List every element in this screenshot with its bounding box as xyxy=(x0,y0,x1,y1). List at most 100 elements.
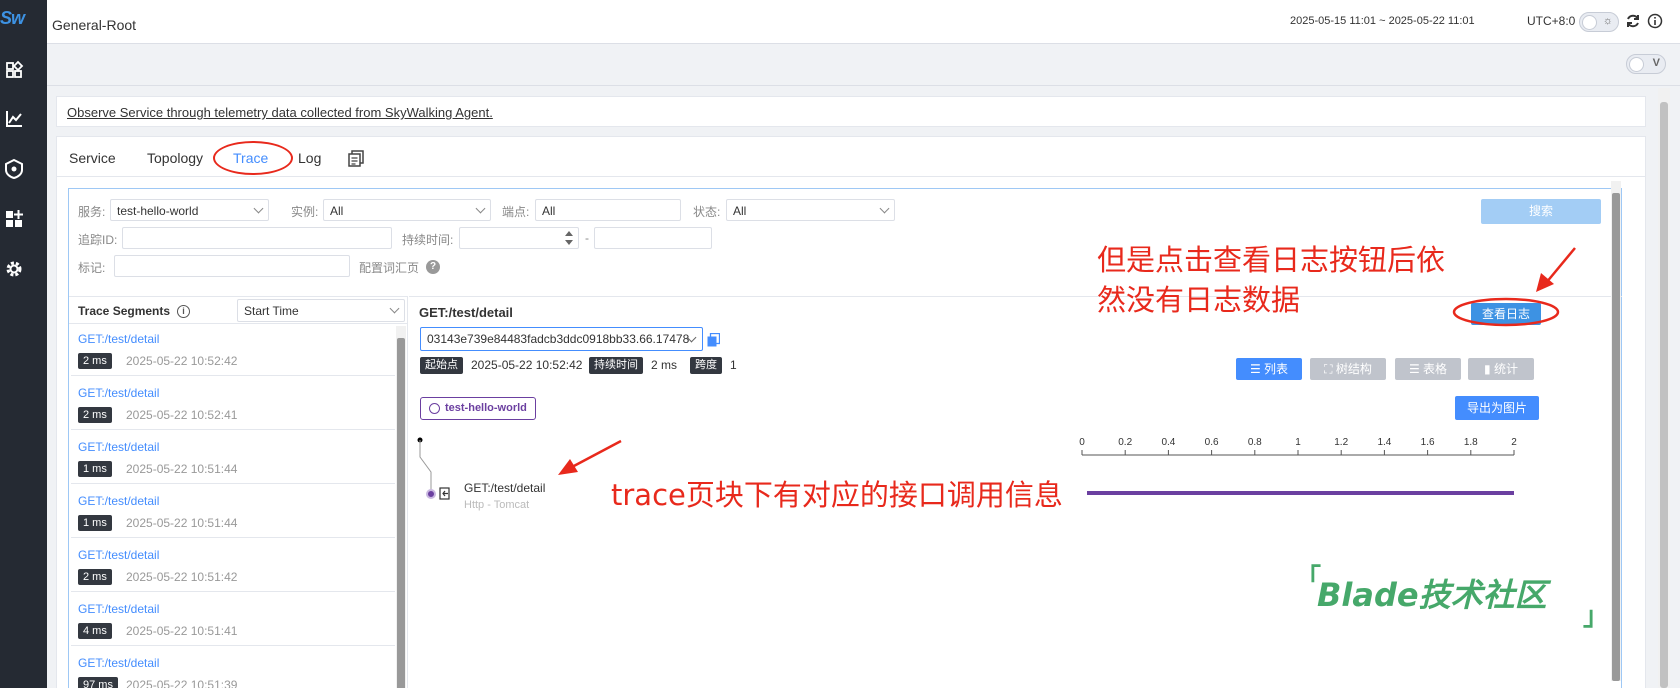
tree-view-button[interactable]: ⛶ 树结构 xyxy=(1310,358,1386,380)
segment-item[interactable]: GET:/test/detail 1 ms 2025-05-22 10:51:44 xyxy=(71,434,395,484)
segment-endpoint[interactable]: GET:/test/detail xyxy=(78,656,159,670)
help-icon[interactable]: ? xyxy=(426,260,440,274)
widgets-icon[interactable] xyxy=(3,208,25,230)
segment-endpoint[interactable]: GET:/test/detail xyxy=(78,494,159,508)
tab-log[interactable]: Log xyxy=(298,150,321,166)
duration-max-input[interactable] xyxy=(594,227,712,249)
sub-toolbar: V xyxy=(47,44,1680,86)
vocab-link[interactable]: 配置词汇页 xyxy=(359,259,419,276)
duration-separator: - xyxy=(585,231,589,245)
status-value: All xyxy=(733,204,747,218)
segment-endpoint[interactable]: GET:/test/detail xyxy=(78,332,159,346)
axis-tick-label: 0 xyxy=(1079,437,1085,448)
scrollbar-thumb[interactable] xyxy=(397,338,405,688)
segment-start-time: 2025-05-22 10:51:44 xyxy=(126,516,238,530)
span-duration-bar[interactable] xyxy=(1087,491,1514,495)
start-value: 2025-05-22 10:52:42 xyxy=(471,358,583,372)
service-select[interactable]: test-hello-world xyxy=(110,199,269,221)
info-icon[interactable]: i xyxy=(177,305,190,318)
service-tag: test-hello-world xyxy=(420,397,536,420)
status-select[interactable]: All xyxy=(726,199,895,221)
table-view-label: 表格 xyxy=(1423,362,1448,376)
trace-id-select[interactable]: 03143e739e84483fadcb3ddc0918bb33.66.1747… xyxy=(420,327,703,351)
stepper-icon[interactable] xyxy=(564,230,574,246)
dashboard-icon[interactable] xyxy=(3,59,25,81)
segment-start-time: 2025-05-22 10:51:42 xyxy=(126,570,238,584)
list-view-button[interactable]: ☰ 列表 xyxy=(1236,358,1302,380)
duration-min-input[interactable] xyxy=(459,227,579,249)
segment-item[interactable]: GET:/test/detail 2 ms 2025-05-22 10:51:42 xyxy=(71,542,395,592)
banner-text[interactable]: Observe Service through telemetry data c… xyxy=(67,105,493,120)
chart-icon[interactable] xyxy=(3,108,25,130)
tab-service[interactable]: Service xyxy=(69,150,116,166)
page-title: General-Root xyxy=(52,17,137,33)
table-view-button[interactable]: ☰ 表格 xyxy=(1395,358,1461,380)
detail-title: GET:/test/detail xyxy=(419,305,513,320)
segment-item[interactable]: GET:/test/detail 2 ms 2025-05-22 10:52:41 xyxy=(71,380,395,430)
span-label-badge: 跨度 xyxy=(690,357,722,374)
time-range[interactable]: 2025-05-15 11:01 ~ 2025-05-22 11:01 xyxy=(1290,15,1475,27)
scrollbar-thumb[interactable] xyxy=(1612,193,1620,681)
tab-topology[interactable]: Topology xyxy=(147,150,203,166)
trace-segments-list: Trace Segments i Start Time GET:/test/de… xyxy=(69,296,408,688)
watermark-close: 」 xyxy=(1583,602,1610,632)
instance-value: All xyxy=(330,204,344,218)
panel-scrollbar[interactable] xyxy=(1611,181,1621,681)
sun-icon: ☼ xyxy=(1602,15,1613,27)
segment-duration-badge: 97 ms xyxy=(78,677,118,688)
segments-scrollbar[interactable] xyxy=(396,326,406,688)
trace-id-value: 03143e739e84483fadcb3ddc0918bb33.66.1747… xyxy=(427,332,690,346)
segment-item[interactable]: GET:/test/detail 2 ms 2025-05-22 10:52:42 xyxy=(71,326,395,376)
segment-item[interactable]: GET:/test/detail 4 ms 2025-05-22 10:51:41 xyxy=(71,596,395,646)
chevron-down-icon xyxy=(475,203,486,214)
page-scrollbar[interactable] xyxy=(1658,88,1670,688)
segment-duration-badge: 1 ms xyxy=(78,515,112,531)
segment-duration-badge: 2 ms xyxy=(78,407,112,423)
traceid-label: 追踪ID: xyxy=(78,233,118,247)
tags-input[interactable] xyxy=(114,255,350,277)
refresh-icon[interactable] xyxy=(1625,13,1641,29)
toggle-knob xyxy=(1629,57,1644,72)
instance-select[interactable]: All xyxy=(323,199,491,221)
copy-page-icon[interactable] xyxy=(348,150,364,167)
stats-view-button[interactable]: ▮ 统计 xyxy=(1468,358,1534,380)
sidebar: Sw xyxy=(0,0,47,688)
trace-tab-highlight xyxy=(213,141,293,175)
segment-item[interactable]: GET:/test/detail 97 ms 2025-05-22 10:51:39 xyxy=(71,650,395,688)
segment-item[interactable]: GET:/test/detail 1 ms 2025-05-22 10:51:44 xyxy=(71,488,395,538)
endpoint-value: All xyxy=(542,204,556,218)
theme-toggle[interactable]: ☼ xyxy=(1579,12,1619,32)
segment-endpoint[interactable]: GET:/test/detail xyxy=(78,440,159,454)
axis-tick-label: 1 xyxy=(1295,437,1301,448)
export-image-button[interactable]: 导出为图片 xyxy=(1455,396,1539,420)
segment-start-time: 2025-05-22 10:51:39 xyxy=(126,678,238,688)
axis-tick-label: 1.8 xyxy=(1464,437,1478,448)
timezone-label: UTC+8:0 xyxy=(1527,14,1576,28)
visualize-toggle[interactable]: V xyxy=(1626,54,1666,74)
segment-start-time: 2025-05-22 10:51:41 xyxy=(126,624,238,638)
scrollbar-thumb[interactable] xyxy=(1660,102,1668,688)
segment-endpoint[interactable]: GET:/test/detail xyxy=(78,548,159,562)
shield-icon[interactable] xyxy=(3,158,25,180)
skywalking-logo[interactable]: Sw xyxy=(0,8,32,34)
traceid-input[interactable] xyxy=(122,227,392,249)
segment-duration-badge: 1 ms xyxy=(78,461,112,477)
sort-select[interactable]: Start Time xyxy=(237,299,405,322)
sort-value: Start Time xyxy=(244,304,299,318)
axis-tick-label: 0.6 xyxy=(1205,437,1219,448)
list-view-label: 列表 xyxy=(1264,362,1289,376)
duration-label: 持续时间: xyxy=(402,233,454,247)
endpoint-input[interactable]: All xyxy=(535,199,681,221)
segments-header: Trace Segments i Start Time xyxy=(69,297,408,324)
copy-icon[interactable] xyxy=(707,333,720,347)
segment-endpoint[interactable]: GET:/test/detail xyxy=(78,602,159,616)
tab-bar: Service Topology Trace Log xyxy=(57,137,1645,177)
span-tree-lines xyxy=(417,437,450,500)
span-name[interactable]: GET:/test/detail xyxy=(464,481,545,495)
gear-icon[interactable] xyxy=(3,258,25,280)
info-icon[interactable] xyxy=(1647,13,1663,29)
search-button[interactable]: 搜索 xyxy=(1481,199,1601,224)
span-value: 1 xyxy=(730,358,737,372)
axis-tick-label: 2 xyxy=(1511,437,1517,448)
segment-endpoint[interactable]: GET:/test/detail xyxy=(78,386,159,400)
